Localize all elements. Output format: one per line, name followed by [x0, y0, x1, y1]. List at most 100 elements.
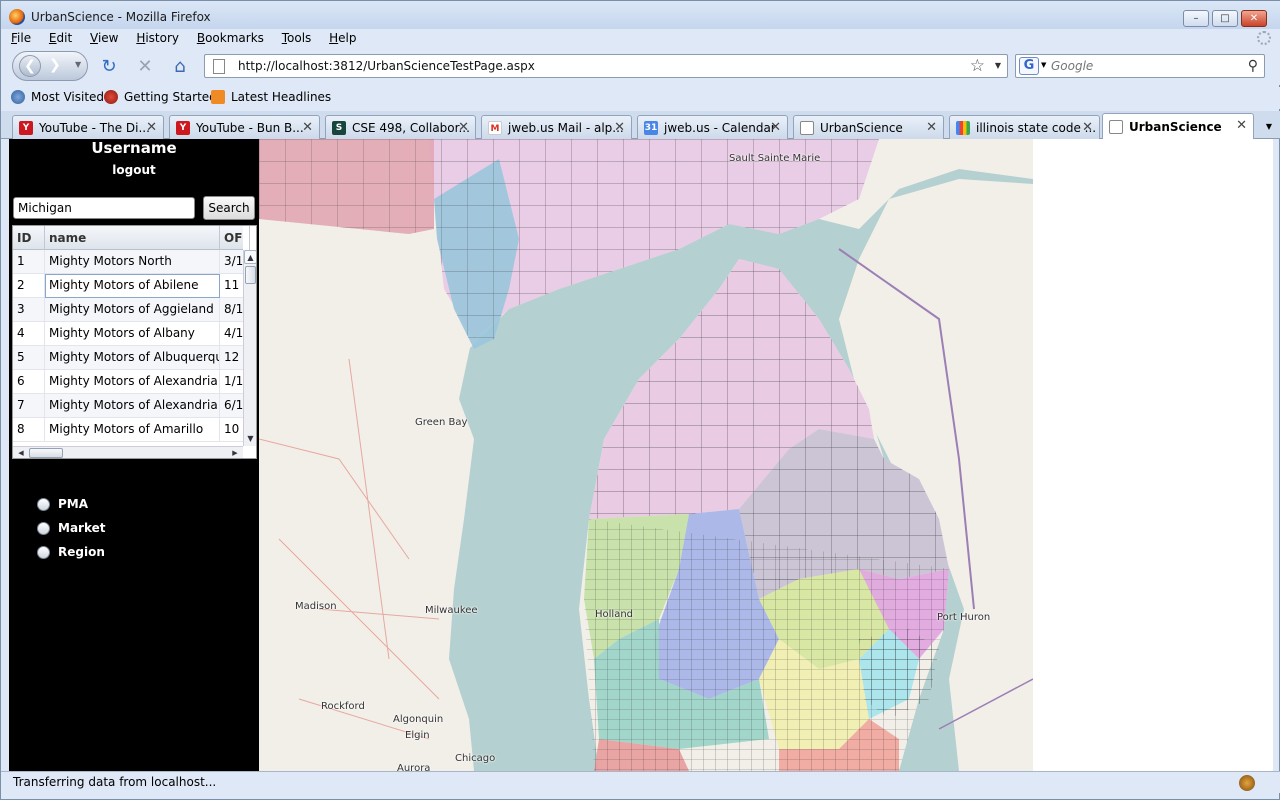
radio-button[interactable] [37, 545, 50, 559]
close-tab-icon[interactable]: ✕ [770, 120, 781, 135]
minimize-button[interactable]: – [1183, 10, 1209, 27]
history-dropdown-icon[interactable]: ▼ [75, 60, 81, 69]
radio-market[interactable]: Market [37, 518, 187, 538]
column-header-name[interactable]: name [45, 226, 220, 250]
list-all-tabs-icon[interactable]: ▼ [1261, 117, 1277, 137]
url-bar[interactable]: ☆ ▼ [204, 54, 1008, 78]
map-label-rockford: Rockford [321, 701, 365, 712]
bookmark-most-visited[interactable]: Most Visited [11, 90, 104, 104]
reload-icon[interactable]: ↻ [98, 56, 120, 78]
url-input[interactable] [238, 59, 958, 73]
magnifier-icon[interactable]: ⚲ [1248, 58, 1258, 74]
page-icon [1109, 120, 1123, 134]
bookmark-getting-started[interactable]: Getting Started [104, 90, 217, 104]
close-button[interactable]: ✕ [1241, 10, 1267, 27]
window-title: UrbanScience - Mozilla Firefox [31, 10, 211, 24]
tab-cse498[interactable]: S CSE 498, Collabor... ✕ [325, 115, 476, 139]
map-label-chicago: Chicago [455, 753, 496, 764]
back-forward-group: ❮ ❯ ▼ [12, 51, 88, 81]
close-tab-icon[interactable]: ✕ [614, 120, 625, 135]
map-view[interactable]: Sault Sainte Marie Green Bay Madison Mil… [259, 139, 1033, 771]
status-bar: Transferring data from localhost... [1, 771, 1280, 793]
table-row[interactable]: 4 Mighty Motors of Albany 4/1 [13, 322, 243, 346]
scroll-thumb[interactable] [245, 266, 256, 284]
maximize-button[interactable]: □ [1212, 10, 1238, 27]
logout-link[interactable]: logout [9, 163, 259, 177]
search-button[interactable]: Search [203, 196, 255, 220]
navigation-toolbar: ❮ ❯ ▼ ↻ ✕ ⌂ ☆ ▼ G ▼ ⚲ [1, 49, 1280, 85]
tab-urbanscience-active[interactable]: UrbanScience ✕ [1102, 113, 1254, 140]
scroll-thumb[interactable] [29, 448, 63, 458]
tab-mail[interactable]: M jweb.us Mail - alp... ✕ [481, 115, 632, 139]
scroll-right-icon[interactable]: ▶ [229, 447, 241, 458]
menu-file[interactable]: File [7, 29, 35, 47]
tab-urbanscience-1[interactable]: UrbanScience ✕ [793, 115, 944, 139]
menu-bookmarks[interactable]: Bookmarks [193, 29, 268, 47]
msu-icon: S [332, 120, 346, 135]
scroll-down-icon[interactable]: ▼ [244, 432, 256, 446]
tab-calendar[interactable]: 31 jweb.us - Calendar ✕ [637, 115, 788, 139]
back-icon[interactable]: ❮ [19, 55, 41, 77]
stop-icon[interactable]: ✕ [134, 56, 156, 78]
tab-youtube-2[interactable]: Y YouTube - Bun B... ✕ [169, 115, 320, 139]
url-dropdown-icon[interactable]: ▼ [995, 61, 1001, 70]
close-tab-icon[interactable]: ✕ [302, 120, 313, 135]
menu-edit[interactable]: Edit [45, 29, 76, 47]
map-label-aurora: Aurora [397, 763, 431, 771]
map-label-algonquin: Algonquin [393, 714, 444, 725]
tab-illinois[interactable]: illinois state code ... ✕ [949, 115, 1100, 139]
radio-pma[interactable]: PMA [37, 494, 187, 514]
menu-tools[interactable]: Tools [278, 29, 316, 47]
table-row[interactable]: 5 Mighty Motors of Albuquerque 12 [13, 346, 243, 370]
table-row[interactable]: 8 Mighty Motors of Amarillo 10 [13, 418, 243, 442]
page-content: Username logout Search ID name OF 1 Migh… [9, 139, 1273, 771]
close-tab-icon[interactable]: ✕ [146, 120, 157, 135]
map-label-port-huron: Port Huron [937, 612, 991, 623]
close-tab-icon[interactable]: ✕ [458, 120, 469, 135]
menu-help[interactable]: Help [325, 29, 360, 47]
map-label-sault-sainte-marie: Sault Sainte Marie [729, 153, 821, 164]
throbber-icon [1257, 31, 1271, 45]
map-label-holland: Holland [595, 609, 634, 620]
radio-button[interactable] [37, 521, 50, 535]
search-engine-icon[interactable]: G [1019, 57, 1039, 75]
gmail-icon: M [488, 120, 502, 135]
radio-button[interactable] [37, 497, 50, 511]
page-icon [213, 59, 225, 74]
map-canvas [259, 139, 1033, 771]
close-tab-icon[interactable]: ✕ [926, 120, 937, 135]
table-row[interactable]: 1 Mighty Motors North 3/1 [13, 250, 243, 274]
radio-region[interactable]: Region [37, 542, 187, 562]
firebug-icon[interactable] [1239, 775, 1255, 791]
search-input[interactable] [13, 197, 195, 219]
browser-window: UrbanScience - Mozilla Firefox – □ ✕ Fil… [0, 0, 1280, 800]
grid-horizontal-scrollbar[interactable]: ◀ ▶ [13, 446, 243, 458]
close-tab-icon[interactable]: ✕ [1082, 120, 1093, 135]
table-row[interactable]: 6 Mighty Motors of Alexandria 1/1 [13, 370, 243, 394]
map-label-green-bay: Green Bay [415, 417, 468, 428]
scroll-up-icon[interactable]: ▲ [244, 250, 256, 264]
menu-bar: File Edit View History Bookmarks Tools H… [1, 29, 1280, 49]
search-engine-dropdown-icon[interactable]: ▼ [1041, 61, 1046, 69]
grid-vertical-scrollbar[interactable]: ▲ ▼ [243, 250, 256, 446]
web-search-input[interactable] [1051, 59, 1241, 73]
table-row[interactable]: 7 Mighty Motors of Alexandria 6/1 [13, 394, 243, 418]
menu-history[interactable]: History [132, 29, 183, 47]
star-icon[interactable]: ☆ [970, 56, 985, 76]
table-row[interactable]: 3 Mighty Motors of Aggieland 8/1 [13, 298, 243, 322]
tab-youtube-1[interactable]: Y YouTube - The Di... ✕ [12, 115, 164, 139]
column-header-id[interactable]: ID [13, 226, 45, 250]
close-tab-icon[interactable]: ✕ [1236, 118, 1247, 133]
bookmark-latest-headlines[interactable]: Latest Headlines [211, 90, 331, 104]
forward-icon[interactable]: ❯ [49, 57, 61, 73]
search-bar[interactable]: G ▼ ⚲ [1015, 54, 1265, 78]
most-visited-icon [11, 90, 25, 104]
page-icon [800, 120, 814, 135]
column-header-of[interactable]: OF [220, 226, 250, 250]
table-row[interactable]: 2 Mighty Motors of Abilene 11 [13, 274, 243, 298]
home-icon[interactable]: ⌂ [169, 56, 191, 78]
menu-view[interactable]: View [86, 29, 122, 47]
scroll-left-icon[interactable]: ◀ [15, 447, 27, 458]
bookmarks-toolbar: Most Visited Getting Started Latest Head… [1, 87, 1280, 109]
map-label-madison: Madison [295, 601, 337, 612]
